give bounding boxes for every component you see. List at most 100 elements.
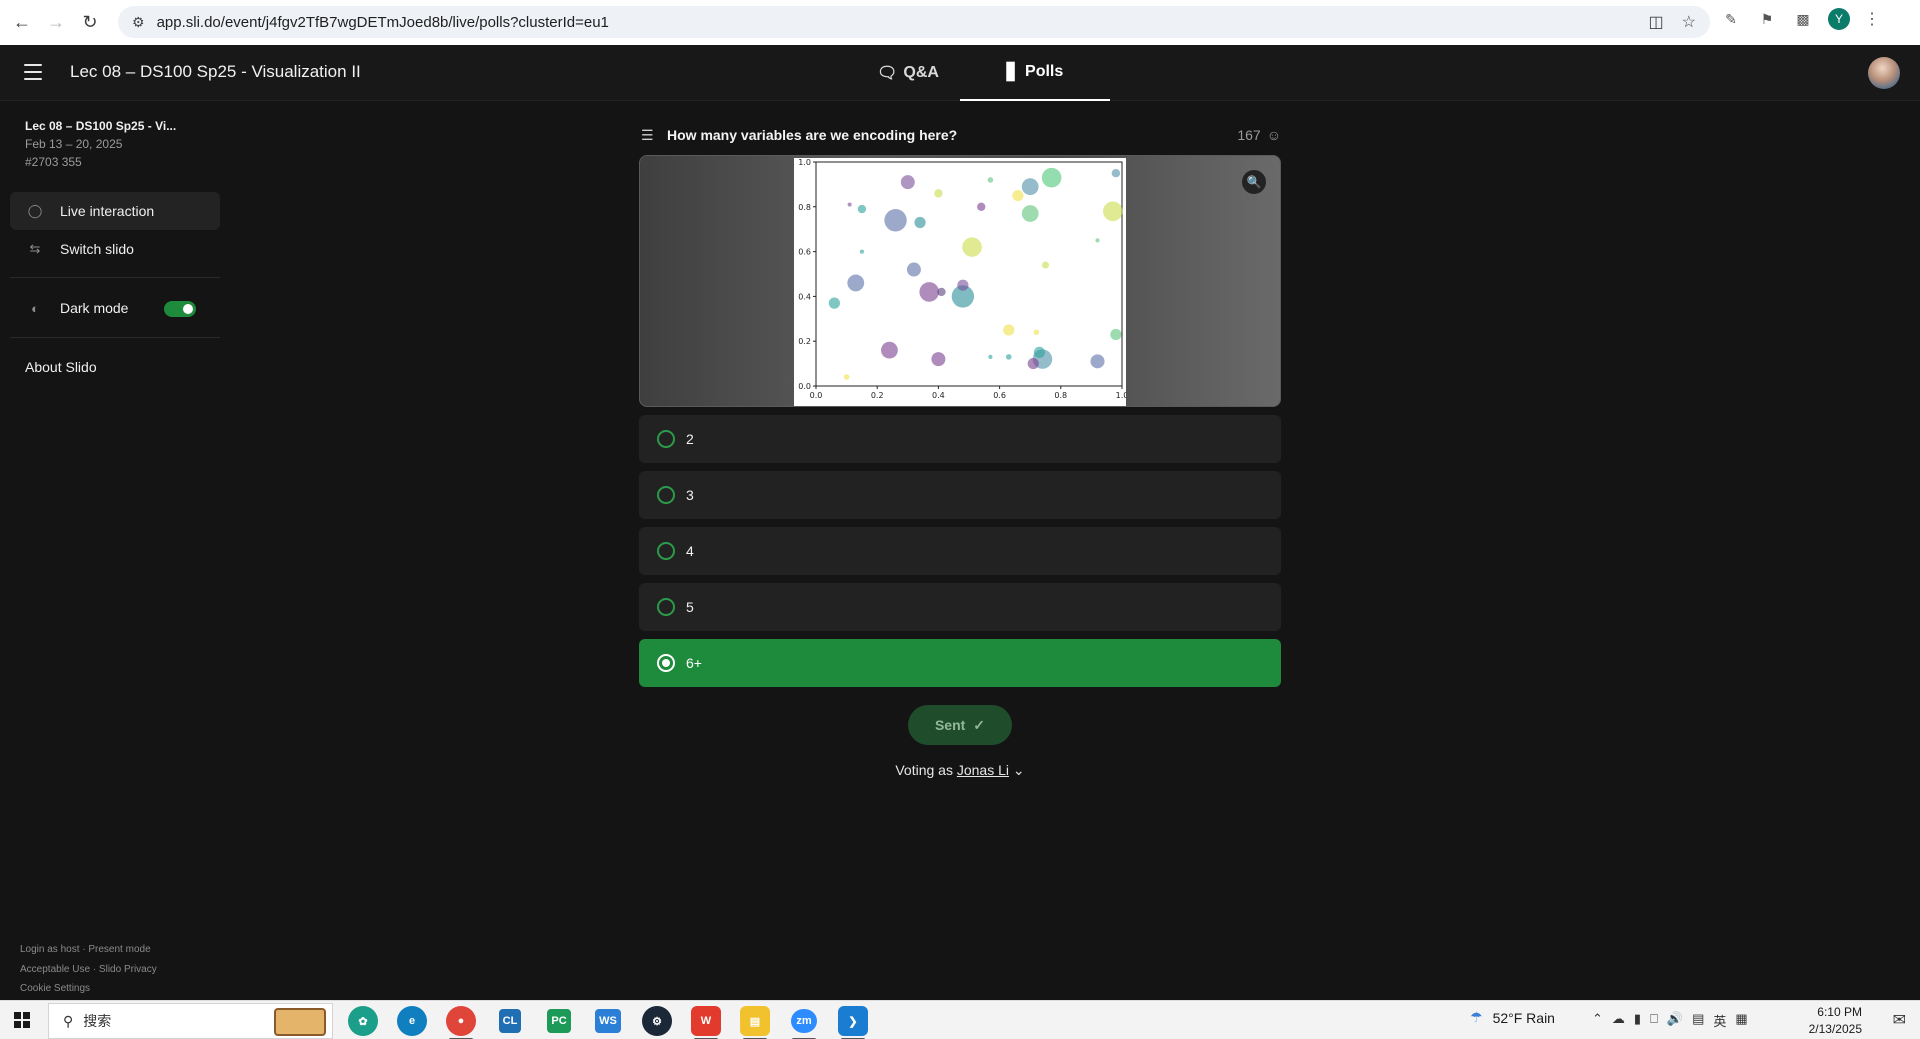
user-avatar[interactable] xyxy=(1868,57,1900,89)
extension-pen-icon[interactable]: ✎ xyxy=(1720,8,1742,30)
scatter-point xyxy=(1005,354,1012,360)
browser-menu-icon[interactable]: ⋮ xyxy=(1864,9,1880,29)
system-tray: ⌃ ☁ ▮ ⎕ 🔊 ▤ 英 ▦ xyxy=(1592,1011,1748,1030)
weather-widget[interactable]: ☂ 52°F Rain xyxy=(1470,1009,1555,1026)
wps-app-icon[interactable]: W xyxy=(691,1006,721,1039)
clock-time: 6:10 PM xyxy=(1817,1005,1862,1019)
x-tick-label: 0.6 xyxy=(993,391,1006,400)
scatter-point xyxy=(1033,329,1040,336)
poll-option-label: 6+ xyxy=(686,655,702,671)
speech-bubble-icon: 🗨 xyxy=(877,65,898,82)
sent-button[interactable]: Sent ✓ xyxy=(908,705,1012,745)
zoom-app-icon[interactable]: zm xyxy=(789,1006,819,1039)
ime-language-indicator[interactable]: 英 xyxy=(1713,1011,1726,1030)
sidebar-item-switch-slido[interactable]: ⇆ Switch slido xyxy=(10,230,220,268)
edge-app-icon[interactable]: e xyxy=(397,1006,427,1036)
poll-option[interactable]: 3 xyxy=(639,471,1281,519)
network-icon[interactable]: ▤ xyxy=(1692,1011,1704,1030)
chevron-down-icon[interactable]: ⌄ xyxy=(1013,762,1025,778)
steam-app-icon[interactable]: ⚙ xyxy=(642,1006,672,1036)
plot-area xyxy=(815,161,1123,387)
radio-button[interactable] xyxy=(657,430,675,448)
sidebar-item-label: Switch slido xyxy=(60,241,134,257)
chevron-up-icon[interactable]: ⌃ xyxy=(1592,1011,1603,1030)
scatter-point xyxy=(1033,346,1045,358)
scatter-point xyxy=(884,209,907,232)
sidebar-item-label: Live interaction xyxy=(60,203,155,219)
tab-qa[interactable]: 🗨 Q&A xyxy=(848,45,968,101)
onedrive-cloud-icon[interactable]: ☁ xyxy=(1612,1011,1625,1030)
pycharm-app-icon[interactable]: PC xyxy=(544,1006,574,1036)
x-tick-label: 0.8 xyxy=(1054,391,1067,400)
y-tick-label: 1.0 xyxy=(798,158,811,167)
sidebar-event-dates: Feb 13 – 20, 2025 xyxy=(25,137,123,151)
chrome-app-icon[interactable]: ● xyxy=(446,1006,476,1039)
poll-option[interactable]: 4 xyxy=(639,527,1281,575)
poll-option[interactable]: 6+ xyxy=(639,639,1281,687)
tab-polls-label: Polls xyxy=(1025,63,1064,80)
sidebar-event-name: Lec 08 – DS100 Sp25 - Vi... xyxy=(25,119,177,133)
footer-host-links[interactable]: Login as host · Present mode xyxy=(20,944,151,955)
poll-option[interactable]: 5 xyxy=(639,583,1281,631)
file-explorer-icon[interactable]: ▤ xyxy=(740,1006,770,1039)
hamburger-menu-icon[interactable] xyxy=(24,64,42,80)
ime-grid-icon[interactable]: ▦ xyxy=(1735,1011,1747,1030)
notification-icon[interactable]: ✉ xyxy=(1893,1010,1906,1030)
x-tick-label: 0.4 xyxy=(932,391,945,400)
participant-count-value: 167 xyxy=(1237,127,1261,143)
voter-name-link[interactable]: Jonas Li xyxy=(957,762,1009,778)
scatter-point xyxy=(957,279,969,291)
radio-button[interactable] xyxy=(657,486,675,504)
sidebar-item-label: Dark mode xyxy=(60,300,129,316)
poll-image[interactable]: 0.0 0.2 0.4 0.6 0.8 1.0 0.0 0.2 0.4 0.6 0.8 1.0 🔍 xyxy=(639,155,1281,407)
webstorm-app-icon[interactable]: WS xyxy=(593,1006,623,1036)
sidebar-divider xyxy=(10,337,220,338)
battery-icon[interactable]: ▮ xyxy=(1634,1011,1641,1030)
back-icon[interactable]: ← xyxy=(10,11,34,35)
scatter-point xyxy=(1021,205,1039,222)
footer-cookie-settings[interactable]: Cookie Settings xyxy=(20,983,90,994)
radio-button[interactable] xyxy=(657,598,675,616)
footer-policy-links[interactable]: Acceptable Use · Slido Privacy xyxy=(20,964,157,975)
chatgpt-app-icon[interactable]: ✿ xyxy=(348,1006,378,1036)
forward-icon[interactable]: → xyxy=(44,11,68,35)
zoom-magnifier-icon[interactable]: 🔍 xyxy=(1242,170,1266,194)
windows-start-icon[interactable] xyxy=(14,1012,30,1028)
scatter-chart: 0.0 0.2 0.4 0.6 0.8 1.0 0.0 0.2 0.4 0.6 0.8 1.0 xyxy=(798,158,1128,400)
tab-polls[interactable]: ▋ Polls xyxy=(960,45,1110,101)
taskbar-search[interactable]: ⚲ 搜索 xyxy=(48,1003,333,1039)
x-tick-label: 1.0 xyxy=(1116,391,1126,400)
usb-icon[interactable]: ⎕ xyxy=(1650,1011,1658,1030)
dark-mode-toggle[interactable] xyxy=(164,301,196,317)
address-bar[interactable]: ⚙ app.sli.do/event/j4fgv2TfB7wgDETmJoed8… xyxy=(118,6,1710,38)
sidebar-item-about-slido[interactable]: About Slido xyxy=(25,359,97,375)
taskbar-search-text: 搜索 xyxy=(83,1013,112,1029)
scatter-point xyxy=(1003,324,1015,336)
sidebar-item-live-interaction[interactable]: ◯ Live interaction xyxy=(10,192,220,230)
bookmark-star-icon[interactable]: ☆ xyxy=(1682,12,1696,32)
volume-icon[interactable]: 🔊 xyxy=(1667,1011,1683,1030)
scatter-point xyxy=(847,274,865,292)
vscode-app-icon[interactable]: ❯ xyxy=(838,1006,868,1039)
poll-option[interactable]: 2 xyxy=(639,415,1281,463)
taskbar-clock[interactable]: 6:10 PM 2/13/2025 xyxy=(1796,1004,1862,1038)
y-tick-label: 0.4 xyxy=(798,292,811,301)
radio-button[interactable] xyxy=(657,654,675,672)
extensions-puzzle-icon[interactable]: ▩ xyxy=(1792,8,1814,30)
scatter-point xyxy=(1042,261,1049,269)
site-settings-icon[interactable]: ⚙ xyxy=(132,14,145,31)
scatter-point xyxy=(988,354,993,359)
browser-profile-avatar[interactable]: Y xyxy=(1828,8,1850,30)
reload-icon[interactable]: ↻ xyxy=(78,11,102,35)
extension-flag-icon[interactable]: ⚑ xyxy=(1756,8,1778,30)
scatter-point xyxy=(962,237,982,257)
scatter-point xyxy=(1041,167,1062,188)
sidebar-event-code: #2703 355 xyxy=(25,155,82,169)
zoom-app-label: zm xyxy=(791,1009,817,1033)
weather-text: 52°F Rain xyxy=(1492,1009,1555,1026)
clion-app-icon[interactable]: CL xyxy=(495,1006,525,1036)
radio-button[interactable] xyxy=(657,542,675,560)
scatter-point xyxy=(1095,238,1100,243)
install-app-icon[interactable]: ◫ xyxy=(1649,12,1664,32)
webstorm-app-label: WS xyxy=(595,1009,621,1033)
